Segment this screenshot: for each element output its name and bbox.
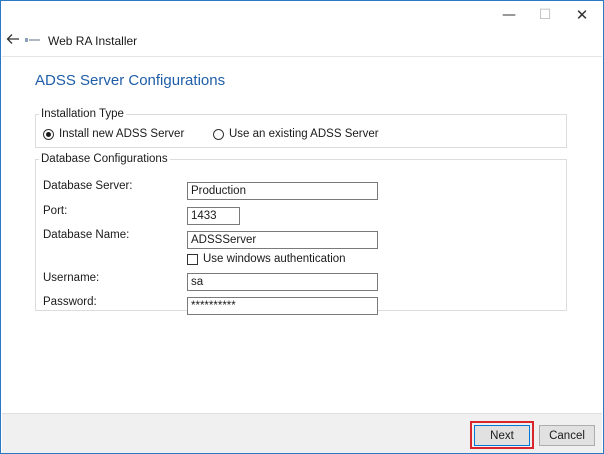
close-button[interactable]: ✕ [567, 5, 597, 25]
app-title: Web RA Installer [48, 34, 138, 48]
database-name-input[interactable]: ADSSServer [187, 231, 378, 249]
database-configurations-group: Database Configurations Database Server:… [35, 153, 567, 315]
radio-selected-icon[interactable] [43, 128, 54, 140]
password-input[interactable]: ********** [187, 297, 378, 315]
password-label: Password: [43, 296, 97, 308]
cancel-button[interactable]: Cancel [539, 425, 595, 446]
install-new-label[interactable]: Install new ADSS Server [59, 128, 184, 140]
username-input[interactable]: sa [187, 273, 378, 291]
use-existing-radio[interactable]: Use an existing ADSS Server [213, 128, 379, 140]
maximize-button: ☐ [538, 7, 552, 23]
database-server-input[interactable]: Production [187, 182, 378, 200]
database-server-label: Database Server: [43, 180, 133, 192]
use-existing-label[interactable]: Use an existing ADSS Server [229, 128, 379, 140]
database-configurations-legend: Database Configurations [41, 153, 168, 165]
installation-type-group: Installation Type Install new ADSS Serve… [35, 108, 567, 148]
port-label: Port: [43, 205, 68, 217]
app-logo-icon [25, 38, 40, 42]
port-input[interactable]: 1433 [187, 207, 240, 225]
checkbox-unchecked-icon[interactable] [187, 253, 198, 265]
radio-unselected-icon[interactable] [213, 128, 224, 140]
database-name-label: Database Name: [43, 229, 130, 241]
installer-window: — ☐ ✕ Web RA Installer ADSS Server Confi… [0, 0, 604, 454]
back-arrow-icon[interactable] [6, 32, 20, 46]
title-bar: — ☐ ✕ Web RA Installer [1, 1, 603, 59]
windows-auth-checkbox[interactable]: Use windows authentication [187, 253, 346, 265]
footer-bar: Next Cancel [2, 413, 602, 453]
username-label: Username: [43, 272, 100, 284]
windows-auth-label[interactable]: Use windows authentication [203, 253, 346, 265]
main-content: ADSS Server Configurations Installation … [2, 56, 602, 414]
minimize-button[interactable]: — [494, 5, 524, 25]
page-title: ADSS Server Configurations [35, 72, 226, 89]
installation-type-legend: Installation Type [41, 108, 124, 120]
install-new-radio[interactable]: Install new ADSS Server [43, 128, 184, 140]
next-button[interactable]: Next [474, 425, 530, 446]
